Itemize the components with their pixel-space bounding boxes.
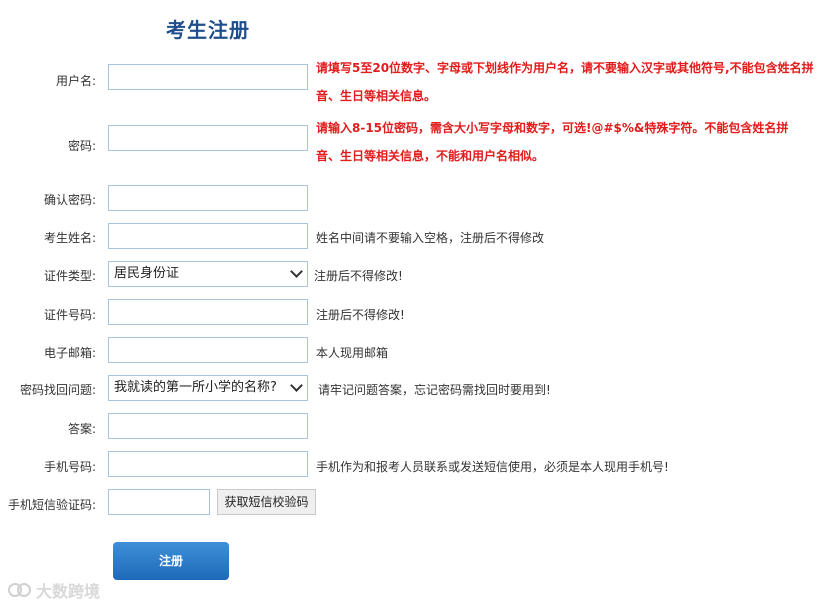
security-question-select[interactable]: 我就读的第一所小学的名称? [108, 375, 308, 401]
phone-hint: 手机作为和报考人员联系或发送短信使用，必须是本人现用手机号! [316, 460, 669, 474]
phone-input[interactable] [108, 451, 308, 477]
email-label: 电子邮箱: [43, 346, 96, 360]
get-sms-code-button[interactable]: 获取短信校验码 [217, 489, 316, 515]
password-hint-line2: 音、生日等相关信息，不能和用户名相似。 [316, 149, 545, 163]
answer-label: 答案: [67, 422, 96, 436]
username-hint-line1: 请填写5至20位数字、字母或下划线作为用户名，请不要输入汉字或其他符号,不能包含… [316, 61, 814, 75]
id-type-select[interactable]: 居民身份证 [108, 261, 308, 287]
confirm-password-input[interactable] [108, 185, 308, 211]
security-question-hint: 请牢记问题答案，忘记密码需找回时要用到! [318, 383, 551, 397]
username-input[interactable] [108, 64, 308, 90]
security-question-label: 密码找回问题: [19, 383, 96, 397]
watermark-logo-icon [8, 583, 31, 597]
sms-code-input[interactable] [108, 489, 210, 515]
watermark-text: 大数跨境 [36, 582, 101, 601]
chevron-down-icon [290, 265, 303, 278]
id-number-input[interactable] [108, 299, 308, 325]
register-button[interactable]: 注册 [113, 542, 229, 580]
password-hint: 请输入8-15位密码，需含大小写字母和数字，可选!@#$%&特殊字符。不能包含姓… [316, 114, 816, 170]
security-question-selected-value: 我就读的第一所小学的名称? [114, 380, 277, 395]
name-label: 考生姓名: [43, 231, 96, 245]
sms-code-label: 手机短信验证码: [7, 498, 96, 512]
confirm-password-label: 确认密码: [43, 193, 96, 207]
id-type-hint: 注册后不得修改! [314, 269, 403, 283]
answer-input[interactable] [108, 413, 308, 439]
id-number-hint: 注册后不得修改! [316, 308, 405, 322]
password-input[interactable] [108, 125, 308, 151]
id-type-selected-value: 居民身份证 [114, 266, 180, 281]
email-hint: 本人现用邮箱 [316, 346, 389, 360]
phone-label: 手机号码: [43, 460, 96, 474]
name-hint: 姓名中间请不要输入空格，注册后不得修改 [316, 231, 545, 245]
chevron-down-icon [290, 379, 303, 392]
username-label: 用户名: [55, 74, 96, 88]
id-number-label: 证件号码: [43, 308, 96, 322]
page-title: 考生注册 [166, 18, 250, 42]
registration-page: 考生注册 用户名: 请填写5至20位数字、字母或下划线作为用户名，请不要输入汉字… [0, 0, 828, 605]
username-hint: 请填写5至20位数字、字母或下划线作为用户名，请不要输入汉字或其他符号,不能包含… [316, 54, 816, 110]
id-type-label: 证件类型: [43, 269, 96, 283]
watermark: 大数跨境 [8, 578, 100, 602]
username-hint-line2: 音、生日等相关信息。 [316, 89, 437, 103]
password-label: 密码: [67, 139, 96, 153]
email-input[interactable] [108, 337, 308, 363]
password-hint-line1: 请输入8-15位密码，需含大小写字母和数字，可选!@#$%&特殊字符。不能包含姓… [316, 121, 789, 135]
name-input[interactable] [108, 223, 308, 249]
